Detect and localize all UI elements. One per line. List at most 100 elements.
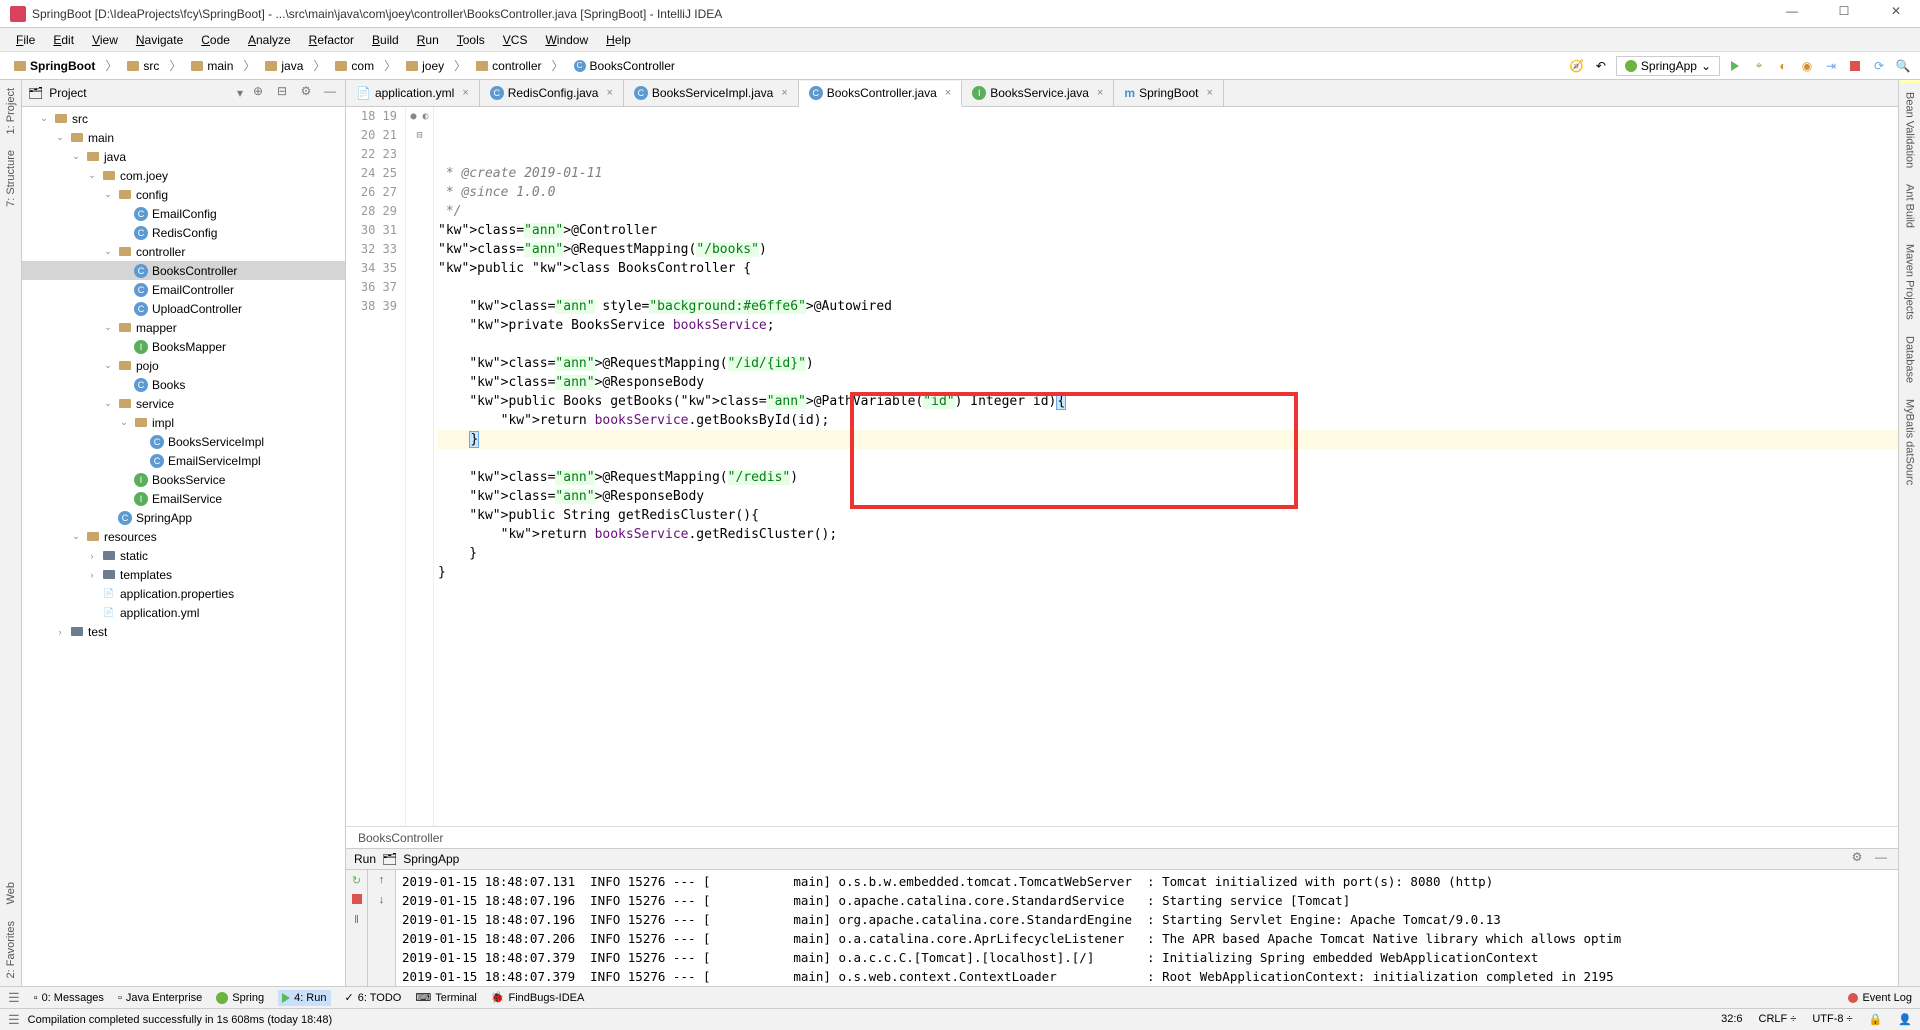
bottom-tool-findbugs-idea[interactable]: 🐞 FindBugs-IDEA bbox=[491, 990, 585, 1006]
database-tool[interactable]: Database bbox=[1902, 328, 1918, 391]
menu-view[interactable]: View bbox=[84, 31, 126, 49]
menu-vcs[interactable]: VCS bbox=[495, 31, 536, 49]
profile-icon[interactable]: ◉ bbox=[1798, 57, 1816, 75]
compass-icon[interactable]: 🧭 bbox=[1568, 57, 1586, 75]
status-menu-icon[interactable]: ☰ bbox=[8, 1012, 20, 1028]
tree-item-resources[interactable]: ⌄resources bbox=[22, 527, 345, 546]
menu-edit[interactable]: Edit bbox=[45, 31, 82, 49]
menu-help[interactable]: Help bbox=[598, 31, 639, 49]
bottom-tool-spring[interactable]: Spring bbox=[216, 990, 264, 1006]
code-editor[interactable]: 18 19 20 21 22 23 24 25 26 27 28 29 30 3… bbox=[346, 107, 1898, 826]
crumb-controller[interactable]: controller bbox=[470, 57, 547, 75]
menu-code[interactable]: Code bbox=[193, 31, 238, 49]
pause-icon[interactable]: ‖ bbox=[349, 914, 365, 930]
tree-item-emailconfig[interactable]: CEmailConfig bbox=[22, 204, 345, 223]
lock-icon[interactable]: 🔒 bbox=[1869, 1013, 1883, 1026]
encoding[interactable]: UTF-8 ÷ bbox=[1812, 1013, 1852, 1026]
menu-file[interactable]: File bbox=[8, 31, 43, 49]
attach-icon[interactable]: ⇥ bbox=[1822, 57, 1840, 75]
menu-refactor[interactable]: Refactor bbox=[301, 31, 362, 49]
bottom-tool-6--todo[interactable]: ✓ 6: TODO bbox=[345, 990, 402, 1006]
bottom-tool-java-enterprise[interactable]: ▫ Java Enterprise bbox=[118, 990, 202, 1006]
tab-springboot[interactable]: mSpringBoot× bbox=[1114, 80, 1223, 106]
tab-application-yml[interactable]: 📄application.yml× bbox=[346, 80, 480, 106]
coverage-icon[interactable]: ◐ bbox=[1774, 57, 1792, 75]
tree-item-booksserviceimpl[interactable]: CBooksServiceImpl bbox=[22, 432, 345, 451]
tab-booksservice-java[interactable]: IBooksService.java× bbox=[962, 80, 1114, 106]
tree-item-static[interactable]: ›static bbox=[22, 546, 345, 565]
close-icon[interactable]: × bbox=[945, 87, 951, 99]
inspector-icon[interactable]: 👤 bbox=[1898, 1013, 1912, 1026]
tree-item-booksmapper[interactable]: IBooksMapper bbox=[22, 337, 345, 356]
tree-item-uploadcontroller[interactable]: CUploadController bbox=[22, 299, 345, 318]
crumb-springboot[interactable]: SpringBoot bbox=[8, 57, 101, 75]
close-icon[interactable]: × bbox=[606, 87, 612, 99]
tree-item-redisconfig[interactable]: CRedisConfig bbox=[22, 223, 345, 242]
maven-tool[interactable]: Maven Projects bbox=[1902, 236, 1918, 328]
close-icon[interactable]: × bbox=[462, 87, 468, 99]
tree-item-pojo[interactable]: ⌄pojo bbox=[22, 356, 345, 375]
close-button[interactable]: ✕ bbox=[1882, 4, 1910, 24]
gear-icon[interactable]: ⚙ bbox=[297, 84, 315, 102]
tree-item-test[interactable]: ›test bbox=[22, 622, 345, 641]
tree-item-bookscontroller[interactable]: CBooksController bbox=[22, 261, 345, 280]
tree-item-com-joey[interactable]: ⌄com.joey bbox=[22, 166, 345, 185]
close-icon[interactable]: × bbox=[1097, 87, 1103, 99]
crumb-com[interactable]: com bbox=[329, 57, 380, 75]
run-config-selector[interactable]: SpringApp ⌄ bbox=[1616, 56, 1720, 76]
menu-navigate[interactable]: Navigate bbox=[128, 31, 191, 49]
tree-item-src[interactable]: ⌄src bbox=[22, 109, 345, 128]
close-icon[interactable]: × bbox=[781, 87, 787, 99]
tree-item-controller[interactable]: ⌄controller bbox=[22, 242, 345, 261]
crumb-joey[interactable]: joey bbox=[400, 57, 450, 75]
tree-item-application-yml[interactable]: 📄application.yml bbox=[22, 603, 345, 622]
maximize-button[interactable]: ☐ bbox=[1830, 4, 1858, 24]
event-log-button[interactable]: Event Log bbox=[1848, 992, 1912, 1004]
chevron-down-icon[interactable]: ▾ bbox=[237, 86, 243, 100]
down-icon[interactable]: ↓ bbox=[374, 894, 390, 910]
close-icon[interactable]: × bbox=[1206, 87, 1212, 99]
update-icon[interactable]: ⟳ bbox=[1870, 57, 1888, 75]
mybatis-tool[interactable]: MyBatis datSourc bbox=[1902, 391, 1918, 493]
tab-redisconfig-java[interactable]: CRedisConfig.java× bbox=[480, 80, 624, 106]
tree-item-booksservice[interactable]: IBooksService bbox=[22, 470, 345, 489]
bean-validation-tool[interactable]: Bean Validation bbox=[1902, 84, 1918, 176]
menu-tools[interactable]: Tools bbox=[449, 31, 493, 49]
tree-item-main[interactable]: ⌄main bbox=[22, 128, 345, 147]
bottom-tool-terminal[interactable]: ⌨ Terminal bbox=[415, 990, 476, 1006]
tree-item-application-properties[interactable]: 📄application.properties bbox=[22, 584, 345, 603]
tree-item-mapper[interactable]: ⌄mapper bbox=[22, 318, 345, 337]
hide-icon[interactable]: — bbox=[1872, 850, 1890, 868]
favorites-tool[interactable]: 2: Favorites bbox=[3, 913, 19, 986]
stop-icon[interactable] bbox=[1846, 57, 1864, 75]
tab-bookscontroller-java[interactable]: CBooksController.java× bbox=[799, 81, 963, 107]
tree-item-impl[interactable]: ⌄impl bbox=[22, 413, 345, 432]
tree-item-java[interactable]: ⌄java bbox=[22, 147, 345, 166]
scroll-to-icon[interactable]: ⊕ bbox=[249, 84, 267, 102]
line-separator[interactable]: CRLF ÷ bbox=[1759, 1013, 1797, 1026]
project-tree[interactable]: ⌄src⌄main⌄java⌄com.joey⌄configCEmailConf… bbox=[22, 107, 345, 986]
crumb-java[interactable]: java bbox=[259, 57, 309, 75]
tree-item-emailservice[interactable]: IEmailService bbox=[22, 489, 345, 508]
bottom-tool-4--run[interactable]: 4: Run bbox=[278, 990, 330, 1006]
project-tool[interactable]: 1: Project bbox=[3, 80, 19, 142]
tree-item-templates[interactable]: ›templates bbox=[22, 565, 345, 584]
tree-item-service[interactable]: ⌄service bbox=[22, 394, 345, 413]
collapse-icon[interactable]: ⊟ bbox=[273, 84, 291, 102]
tree-item-emailcontroller[interactable]: CEmailController bbox=[22, 280, 345, 299]
caret-position[interactable]: 32:6 bbox=[1721, 1013, 1742, 1026]
tab-booksserviceimpl-java[interactable]: CBooksServiceImpl.java× bbox=[624, 80, 799, 106]
tree-item-books[interactable]: CBooks bbox=[22, 375, 345, 394]
hide-icon[interactable]: — bbox=[321, 84, 339, 102]
rerun-icon[interactable]: ↻ bbox=[349, 874, 365, 890]
menu-window[interactable]: Window bbox=[537, 31, 596, 49]
code-content[interactable]: * @create 2019-01-11 * @since 1.0.0 */"k… bbox=[434, 107, 1898, 826]
editor-breadcrumb[interactable]: BooksController bbox=[346, 826, 1898, 848]
run-icon[interactable] bbox=[1726, 57, 1744, 75]
stop-icon[interactable] bbox=[349, 894, 365, 910]
structure-tool[interactable]: 7: Structure bbox=[3, 142, 19, 215]
ant-build-tool[interactable]: Ant Build bbox=[1902, 176, 1918, 236]
menu-run[interactable]: Run bbox=[409, 31, 447, 49]
tree-item-emailserviceimpl[interactable]: CEmailServiceImpl bbox=[22, 451, 345, 470]
tool-menu-icon[interactable]: ☰ bbox=[8, 990, 20, 1006]
